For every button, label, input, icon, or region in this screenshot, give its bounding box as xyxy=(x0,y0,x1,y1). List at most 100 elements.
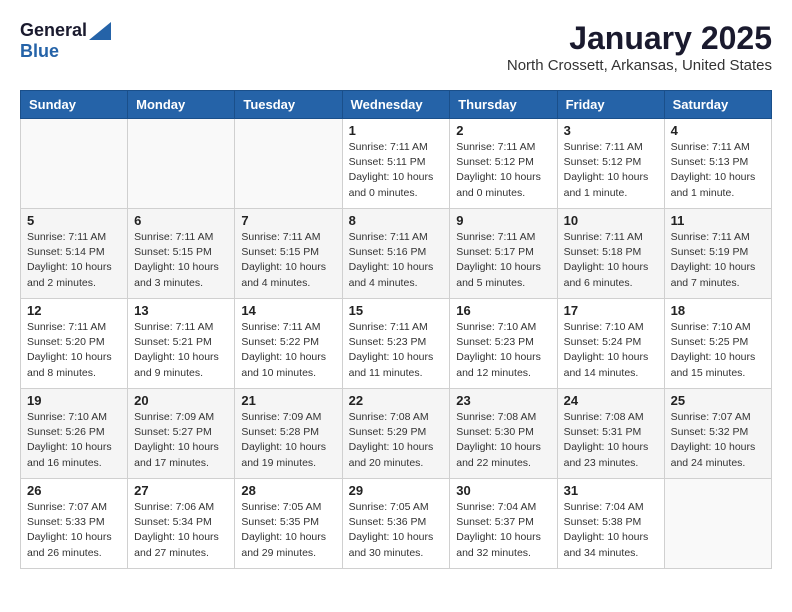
calendar-day-cell: 29 Sunrise: 7:05 AM Sunset: 5:36 PM Dayli… xyxy=(342,479,450,569)
day-number: 13 xyxy=(134,303,228,318)
day-number: 2 xyxy=(456,123,550,138)
calendar-day-cell: 16Sunrise: 7:10 AM Sunset: 5:23 PM Dayli… xyxy=(450,299,557,389)
calendar-week-row: 5 Sunrise: 7:11 AM Sunset: 5:14 PM Daylig… xyxy=(21,209,772,299)
day-number: 12 xyxy=(27,303,121,318)
calendar-table: SundayMondayTuesdayWednesdayThursdayFrid… xyxy=(20,90,772,569)
calendar-day-cell: 17 Sunrise: 7:10 AM Sunset: 5:24 PM Dayli… xyxy=(557,299,664,389)
logo-blue-text: Blue xyxy=(20,41,59,62)
day-info: Sunrise: 7:11 AM Sunset: 5:17 PM Dayligh… xyxy=(456,230,550,291)
day-number: 3 xyxy=(564,123,658,138)
day-info: Sunrise: 7:11 AM Sunset: 5:19 PM Dayligh… xyxy=(671,230,765,291)
calendar-day-cell xyxy=(128,119,235,209)
day-number: 23 xyxy=(456,393,550,408)
day-info: Sunrise: 7:11 AM Sunset: 5:13 PM Dayligh… xyxy=(671,140,765,201)
day-info: Sunrise: 7:09 AM Sunset: 5:28 PM Dayligh… xyxy=(241,410,335,471)
weekday-header: Wednesday xyxy=(342,91,450,119)
day-number: 1 xyxy=(349,123,444,138)
calendar-day-cell: 15 Sunrise: 7:11 AM Sunset: 5:23 PM Dayli… xyxy=(342,299,450,389)
calendar-week-row: 1 Sunrise: 7:11 AM Sunset: 5:11 PM Daylig… xyxy=(21,119,772,209)
day-info: Sunrise: 7:08 AM Sunset: 5:29 PM Dayligh… xyxy=(349,410,444,471)
calendar-day-cell xyxy=(21,119,128,209)
calendar-day-cell: 20 Sunrise: 7:09 AM Sunset: 5:27 PM Dayli… xyxy=(128,389,235,479)
weekday-header: Thursday xyxy=(450,91,557,119)
month-title: January 2025 xyxy=(507,20,772,57)
day-info: Sunrise: 7:11 AM Sunset: 5:12 PM Dayligh… xyxy=(564,140,658,201)
calendar-day-cell: 6 Sunrise: 7:11 AM Sunset: 5:15 PM Daylig… xyxy=(128,209,235,299)
calendar-day-cell: 7 Sunrise: 7:11 AM Sunset: 5:15 PM Daylig… xyxy=(235,209,342,299)
day-number: 5 xyxy=(27,213,121,228)
day-number: 30 xyxy=(456,483,550,498)
calendar-day-cell: 8 Sunrise: 7:11 AM Sunset: 5:16 PM Daylig… xyxy=(342,209,450,299)
day-info: Sunrise: 7:11 AM Sunset: 5:15 PM Dayligh… xyxy=(134,230,228,291)
weekday-header: Tuesday xyxy=(235,91,342,119)
calendar-day-cell: 21 Sunrise: 7:09 AM Sunset: 5:28 PM Dayli… xyxy=(235,389,342,479)
day-info: Sunrise: 7:08 AM Sunset: 5:31 PM Dayligh… xyxy=(564,410,658,471)
calendar-day-cell: 18Sunrise: 7:10 AM Sunset: 5:25 PM Dayli… xyxy=(664,299,771,389)
calendar-day-cell: 12Sunrise: 7:11 AM Sunset: 5:20 PM Dayli… xyxy=(21,299,128,389)
calendar-week-row: 12Sunrise: 7:11 AM Sunset: 5:20 PM Dayli… xyxy=(21,299,772,389)
day-info: Sunrise: 7:06 AM Sunset: 5:34 PM Dayligh… xyxy=(134,500,228,561)
day-number: 29 xyxy=(349,483,444,498)
calendar-day-cell: 14Sunrise: 7:11 AM Sunset: 5:22 PM Dayli… xyxy=(235,299,342,389)
calendar-day-cell: 23 Sunrise: 7:08 AM Sunset: 5:30 PM Dayli… xyxy=(450,389,557,479)
weekday-header: Sunday xyxy=(21,91,128,119)
day-number: 21 xyxy=(241,393,335,408)
calendar-day-cell: 27Sunrise: 7:06 AM Sunset: 5:34 PM Dayli… xyxy=(128,479,235,569)
calendar-day-cell: 30Sunrise: 7:04 AM Sunset: 5:37 PM Dayli… xyxy=(450,479,557,569)
day-number: 8 xyxy=(349,213,444,228)
location: North Crossett, Arkansas, United States xyxy=(507,57,772,74)
day-info: Sunrise: 7:11 AM Sunset: 5:14 PM Dayligh… xyxy=(27,230,121,291)
calendar-day-cell: 24Sunrise: 7:08 AM Sunset: 5:31 PM Dayli… xyxy=(557,389,664,479)
calendar-day-cell: 5 Sunrise: 7:11 AM Sunset: 5:14 PM Daylig… xyxy=(21,209,128,299)
weekday-header: Saturday xyxy=(664,91,771,119)
calendar-day-cell: 13 Sunrise: 7:11 AM Sunset: 5:21 PM Dayli… xyxy=(128,299,235,389)
day-number: 6 xyxy=(134,213,228,228)
day-number: 17 xyxy=(564,303,658,318)
day-number: 20 xyxy=(134,393,228,408)
page-header: General Blue January 2025 North Crossett… xyxy=(20,20,772,74)
logo-icon xyxy=(89,22,111,40)
day-number: 9 xyxy=(456,213,550,228)
calendar-day-cell: 31 Sunrise: 7:04 AM Sunset: 5:38 PM Dayli… xyxy=(557,479,664,569)
day-info: Sunrise: 7:09 AM Sunset: 5:27 PM Dayligh… xyxy=(134,410,228,471)
weekday-header: Friday xyxy=(557,91,664,119)
day-info: Sunrise: 7:11 AM Sunset: 5:18 PM Dayligh… xyxy=(564,230,658,291)
day-info: Sunrise: 7:11 AM Sunset: 5:21 PM Dayligh… xyxy=(134,320,228,381)
day-info: Sunrise: 7:11 AM Sunset: 5:15 PM Dayligh… xyxy=(241,230,335,291)
day-info: Sunrise: 7:05 AM Sunset: 5:36 PM Dayligh… xyxy=(349,500,444,561)
day-number: 7 xyxy=(241,213,335,228)
calendar-day-cell: 26Sunrise: 7:07 AM Sunset: 5:33 PM Dayli… xyxy=(21,479,128,569)
day-info: Sunrise: 7:10 AM Sunset: 5:24 PM Dayligh… xyxy=(564,320,658,381)
day-number: 25 xyxy=(671,393,765,408)
calendar-day-cell: 1 Sunrise: 7:11 AM Sunset: 5:11 PM Daylig… xyxy=(342,119,450,209)
calendar-day-cell: 11Sunrise: 7:11 AM Sunset: 5:19 PM Dayli… xyxy=(664,209,771,299)
day-number: 22 xyxy=(349,393,444,408)
calendar-day-cell: 4 Sunrise: 7:11 AM Sunset: 5:13 PM Daylig… xyxy=(664,119,771,209)
calendar-day-cell: 3 Sunrise: 7:11 AM Sunset: 5:12 PM Daylig… xyxy=(557,119,664,209)
day-info: Sunrise: 7:05 AM Sunset: 5:35 PM Dayligh… xyxy=(241,500,335,561)
calendar-day-cell: 19Sunrise: 7:10 AM Sunset: 5:26 PM Dayli… xyxy=(21,389,128,479)
title-area: January 2025 North Crossett, Arkansas, U… xyxy=(507,20,772,74)
day-info: Sunrise: 7:10 AM Sunset: 5:23 PM Dayligh… xyxy=(456,320,550,381)
logo-general-text: General xyxy=(20,20,87,41)
day-number: 4 xyxy=(671,123,765,138)
day-info: Sunrise: 7:11 AM Sunset: 5:16 PM Dayligh… xyxy=(349,230,444,291)
calendar-day-cell: 25Sunrise: 7:07 AM Sunset: 5:32 PM Dayli… xyxy=(664,389,771,479)
day-number: 26 xyxy=(27,483,121,498)
calendar-day-cell: 22 Sunrise: 7:08 AM Sunset: 5:29 PM Dayli… xyxy=(342,389,450,479)
day-info: Sunrise: 7:04 AM Sunset: 5:38 PM Dayligh… xyxy=(564,500,658,561)
calendar-day-cell: 2Sunrise: 7:11 AM Sunset: 5:12 PM Daylig… xyxy=(450,119,557,209)
day-number: 15 xyxy=(349,303,444,318)
day-info: Sunrise: 7:11 AM Sunset: 5:11 PM Dayligh… xyxy=(349,140,444,201)
day-info: Sunrise: 7:11 AM Sunset: 5:23 PM Dayligh… xyxy=(349,320,444,381)
day-info: Sunrise: 7:10 AM Sunset: 5:25 PM Dayligh… xyxy=(671,320,765,381)
day-number: 31 xyxy=(564,483,658,498)
day-number: 10 xyxy=(564,213,658,228)
weekday-header: Monday xyxy=(128,91,235,119)
calendar-day-cell xyxy=(664,479,771,569)
day-number: 19 xyxy=(27,393,121,408)
day-info: Sunrise: 7:08 AM Sunset: 5:30 PM Dayligh… xyxy=(456,410,550,471)
calendar-day-cell: 9 Sunrise: 7:11 AM Sunset: 5:17 PM Daylig… xyxy=(450,209,557,299)
calendar-day-cell: 10 Sunrise: 7:11 AM Sunset: 5:18 PM Dayli… xyxy=(557,209,664,299)
calendar-week-row: 19Sunrise: 7:10 AM Sunset: 5:26 PM Dayli… xyxy=(21,389,772,479)
